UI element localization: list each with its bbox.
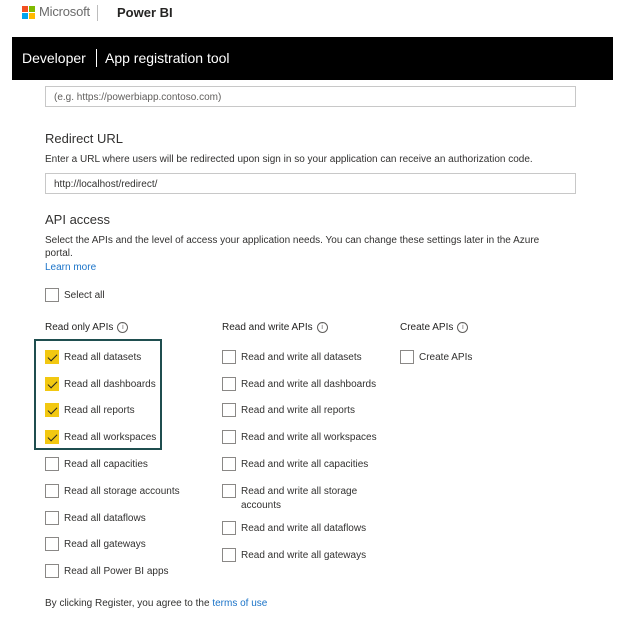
- create-apis-header-text: Create APIs: [400, 322, 454, 333]
- info-icon[interactable]: i: [457, 322, 469, 333]
- api-access-description-line2: portal.: [45, 248, 73, 259]
- read-only-apis-header-text: Read only APIs: [45, 322, 114, 333]
- read-all-gateways-label[interactable]: Read all gateways: [64, 538, 146, 551]
- appbar-divider: [96, 49, 97, 67]
- read-write-storage-accounts-checkbox[interactable]: [222, 484, 236, 498]
- info-icon[interactable]: i: [316, 322, 328, 333]
- read-write-datasets-checkbox[interactable]: [222, 350, 236, 364]
- read-write-dataflows-checkbox[interactable]: [222, 521, 236, 535]
- redirect-url-input[interactable]: http://localhost/redirect/: [45, 173, 576, 194]
- api-access-title: API access: [45, 212, 111, 227]
- home-url-input[interactable]: (e.g. https://powerbiapp.contoso.com): [45, 86, 576, 107]
- developer-link[interactable]: Developer: [22, 50, 86, 66]
- read-write-reports-label[interactable]: Read and write all reports: [241, 404, 355, 417]
- read-write-datasets-label[interactable]: Read and write all datasets: [241, 351, 362, 364]
- read-write-dataflows-label[interactable]: Read and write all dataflows: [241, 522, 366, 535]
- app-registration-tool-title: App registration tool: [105, 50, 230, 66]
- api-access-description-line1: Select the APIs and the level of access …: [45, 235, 540, 246]
- read-all-power-bi-apps-label[interactable]: Read all Power BI apps: [64, 565, 169, 578]
- select-all-label[interactable]: Select all: [64, 289, 105, 302]
- read-write-capacities-checkbox[interactable]: [222, 457, 236, 471]
- info-icon[interactable]: i: [117, 322, 129, 333]
- read-all-capacities-label[interactable]: Read all capacities: [64, 458, 148, 471]
- app-bar: Developer App registration tool: [12, 37, 613, 80]
- read-all-capacities-checkbox[interactable]: [45, 457, 59, 471]
- read-write-storage-accounts-label-line2[interactable]: accounts: [241, 499, 281, 512]
- read-all-dataflows-checkbox[interactable]: [45, 511, 59, 525]
- read-write-capacities-label[interactable]: Read and write all capacities: [241, 458, 368, 471]
- learn-more-link[interactable]: Learn more: [45, 261, 96, 274]
- read-all-storage-accounts-label[interactable]: Read all storage accounts: [64, 485, 180, 498]
- terms-of-use-link[interactable]: terms of use: [212, 598, 267, 609]
- create-apis-label[interactable]: Create APIs: [419, 351, 472, 364]
- read-all-gateways-checkbox[interactable]: [45, 537, 59, 551]
- top-header: Microsoft Power BI: [0, 0, 617, 30]
- read-all-storage-accounts-checkbox[interactable]: [45, 484, 59, 498]
- product-name[interactable]: Power BI: [117, 5, 173, 20]
- microsoft-wordmark[interactable]: Microsoft: [39, 4, 90, 19]
- read-write-dashboards-checkbox[interactable]: [222, 377, 236, 391]
- read-write-storage-accounts-label-line1[interactable]: Read and write all storage: [241, 485, 357, 498]
- read-write-gateways-checkbox[interactable]: [222, 548, 236, 562]
- redirect-url-title: Redirect URL: [45, 131, 124, 146]
- read-all-power-bi-apps-checkbox[interactable]: [45, 564, 59, 578]
- terms-notice-text: By clicking Register, you agree to the: [45, 598, 213, 609]
- read-write-gateways-label[interactable]: Read and write all gateways: [241, 549, 366, 562]
- read-write-workspaces-checkbox[interactable]: [222, 430, 236, 444]
- microsoft-logo-icon: [22, 6, 35, 19]
- read-write-apis-header: Read and write APIs i: [222, 322, 328, 333]
- terms-notice: By clicking Register, you agree to the t…: [45, 597, 267, 610]
- redirect-url-description: Enter a URL where users will be redirect…: [45, 154, 533, 165]
- read-write-apis-header-text: Read and write APIs: [222, 322, 313, 333]
- read-all-dataflows-label[interactable]: Read all dataflows: [64, 512, 146, 525]
- read-write-workspaces-label[interactable]: Read and write all workspaces: [241, 431, 377, 444]
- read-only-apis-header: Read only APIs i: [45, 322, 129, 333]
- select-all-checkbox[interactable]: [45, 288, 59, 302]
- read-write-dashboards-label[interactable]: Read and write all dashboards: [241, 378, 376, 391]
- selected-apis-highlight: [34, 339, 162, 450]
- header-divider: [97, 5, 98, 21]
- create-apis-header: Create APIs i: [400, 322, 469, 333]
- create-apis-checkbox[interactable]: [400, 350, 414, 364]
- read-write-reports-checkbox[interactable]: [222, 403, 236, 417]
